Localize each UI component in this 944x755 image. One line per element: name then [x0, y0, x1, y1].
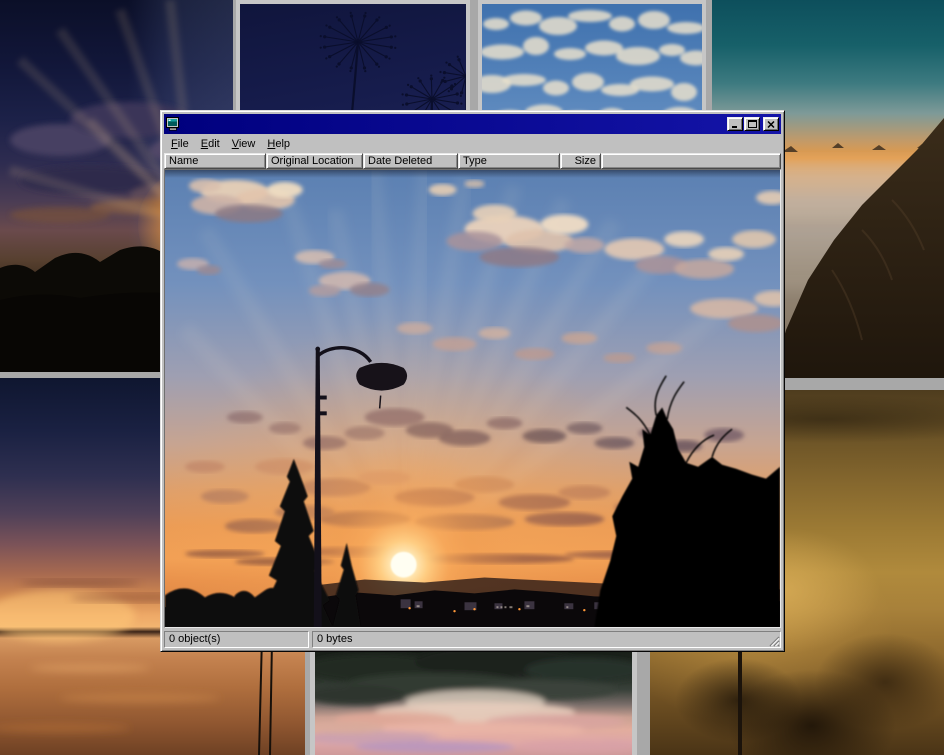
status-bar: 0 object(s) 0 bytes: [164, 631, 781, 648]
resize-grip[interactable]: [767, 634, 780, 647]
window-controls: [727, 117, 779, 131]
column-label: Size: [575, 155, 596, 167]
minimize-icon: [731, 121, 739, 128]
computer-icon: [166, 117, 180, 131]
column-headers: Name Original Location Date Deleted Type Siz…: [164, 153, 781, 169]
column-header-type[interactable]: Type: [458, 153, 560, 169]
close-button[interactable]: [763, 117, 779, 131]
desktop: FileEditViewHelp Name Original Location Da…: [0, 0, 944, 755]
status-objects: 0 object(s): [164, 631, 309, 648]
recycle-bin-window: FileEditViewHelp Name Original Location Da…: [160, 110, 785, 652]
list-view[interactable]: [164, 169, 781, 628]
status-bytes: 0 bytes: [317, 633, 352, 645]
column-header-date-deleted[interactable]: Date Deleted: [363, 153, 458, 169]
status-bytes-panel: 0 bytes: [312, 631, 781, 648]
water-reflections-photo: [310, 645, 637, 755]
minimize-button[interactable]: [727, 117, 743, 131]
menu-edit[interactable]: Edit: [195, 137, 226, 151]
title-bar[interactable]: [164, 114, 781, 134]
column-header-size[interactable]: Size: [560, 153, 601, 169]
menu-help[interactable]: Help: [261, 137, 296, 151]
menu-bar: FileEditViewHelp: [164, 135, 781, 152]
maximize-icon: [748, 120, 757, 128]
menu-view[interactable]: View: [226, 137, 262, 151]
sunset-lamp-photo: [165, 170, 780, 627]
reflections-decor: [315, 650, 632, 755]
column-header-original-location[interactable]: Original Location: [266, 153, 363, 169]
sun-core: [391, 552, 417, 578]
column-label: Type: [463, 155, 487, 167]
top-vignette: [165, 170, 780, 178]
column-header-blank[interactable]: [601, 153, 781, 169]
close-icon: [767, 121, 775, 128]
column-header-name[interactable]: Name: [164, 153, 266, 169]
menu-file[interactable]: File: [165, 137, 195, 151]
column-label: Original Location: [271, 155, 354, 167]
column-label: Name: [169, 155, 198, 167]
lamp-head: [356, 363, 407, 391]
column-label: Date Deleted: [368, 155, 432, 167]
maximize-button[interactable]: [744, 117, 760, 131]
water-reflections-inner: [315, 650, 632, 755]
pole-silhouette: [738, 648, 742, 755]
